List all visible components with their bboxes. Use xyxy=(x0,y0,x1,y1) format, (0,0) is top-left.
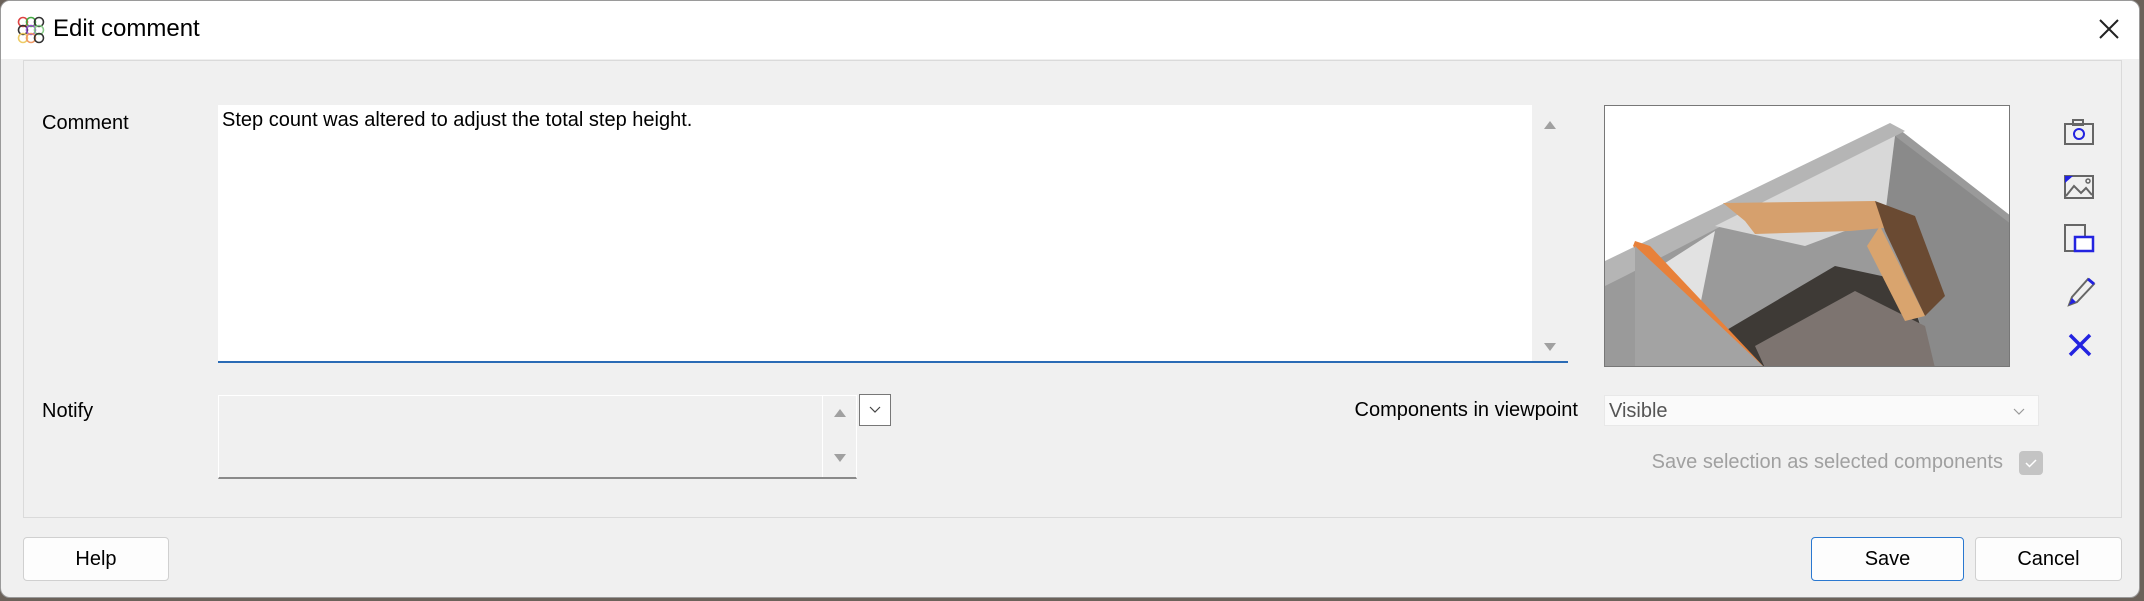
close-icon[interactable] xyxy=(2095,15,2123,43)
scroll-up-icon[interactable] xyxy=(1544,121,1556,129)
save-selection-checkbox[interactable] xyxy=(2019,451,2043,475)
comment-text: Step count was altered to adjust the tot… xyxy=(222,109,693,131)
cancel-button[interactable]: Cancel xyxy=(1975,537,2122,581)
scroll-down-icon[interactable] xyxy=(1544,343,1556,351)
check-icon xyxy=(2025,459,2037,468)
app-logo-icon xyxy=(17,16,45,44)
pencil-icon[interactable] xyxy=(2061,273,2099,309)
scroll-down-icon[interactable] xyxy=(834,454,846,462)
delete-icon[interactable] xyxy=(2061,327,2099,363)
chevron-down-icon xyxy=(869,406,881,413)
viewpoint-thumbnail xyxy=(1604,105,2010,367)
title-bar: Edit comment xyxy=(1,1,2139,59)
chevron-down-icon xyxy=(2013,408,2025,415)
image-icon[interactable] xyxy=(2061,169,2099,205)
components-selected: Visible xyxy=(1609,400,1668,422)
components-label: Components in viewpoint xyxy=(1354,399,1578,421)
notify-scrollbar[interactable] xyxy=(822,396,856,477)
edit-comment-dialog: Edit comment Comment Step count was alte… xyxy=(0,0,2140,598)
save-button[interactable]: Save xyxy=(1811,537,1964,581)
notify-field[interactable] xyxy=(218,395,857,479)
paste-icon[interactable] xyxy=(2061,221,2099,257)
notify-label: Notify xyxy=(42,400,94,422)
help-button[interactable]: Help xyxy=(23,537,169,581)
components-select[interactable]: Visible xyxy=(1604,395,2039,426)
scroll-up-icon[interactable] xyxy=(834,409,846,417)
notify-dropdown-button[interactable] xyxy=(859,394,891,426)
dialog-title: Edit comment xyxy=(53,15,200,42)
comment-scrollbar[interactable] xyxy=(1532,105,1568,361)
staircase-image xyxy=(1605,106,2009,366)
camera-icon[interactable] xyxy=(2061,115,2099,151)
comment-textarea[interactable]: Step count was altered to adjust the tot… xyxy=(218,105,1568,363)
save-selection-label: Save selection as selected components xyxy=(1651,451,2003,473)
comment-label: Comment xyxy=(42,112,129,134)
